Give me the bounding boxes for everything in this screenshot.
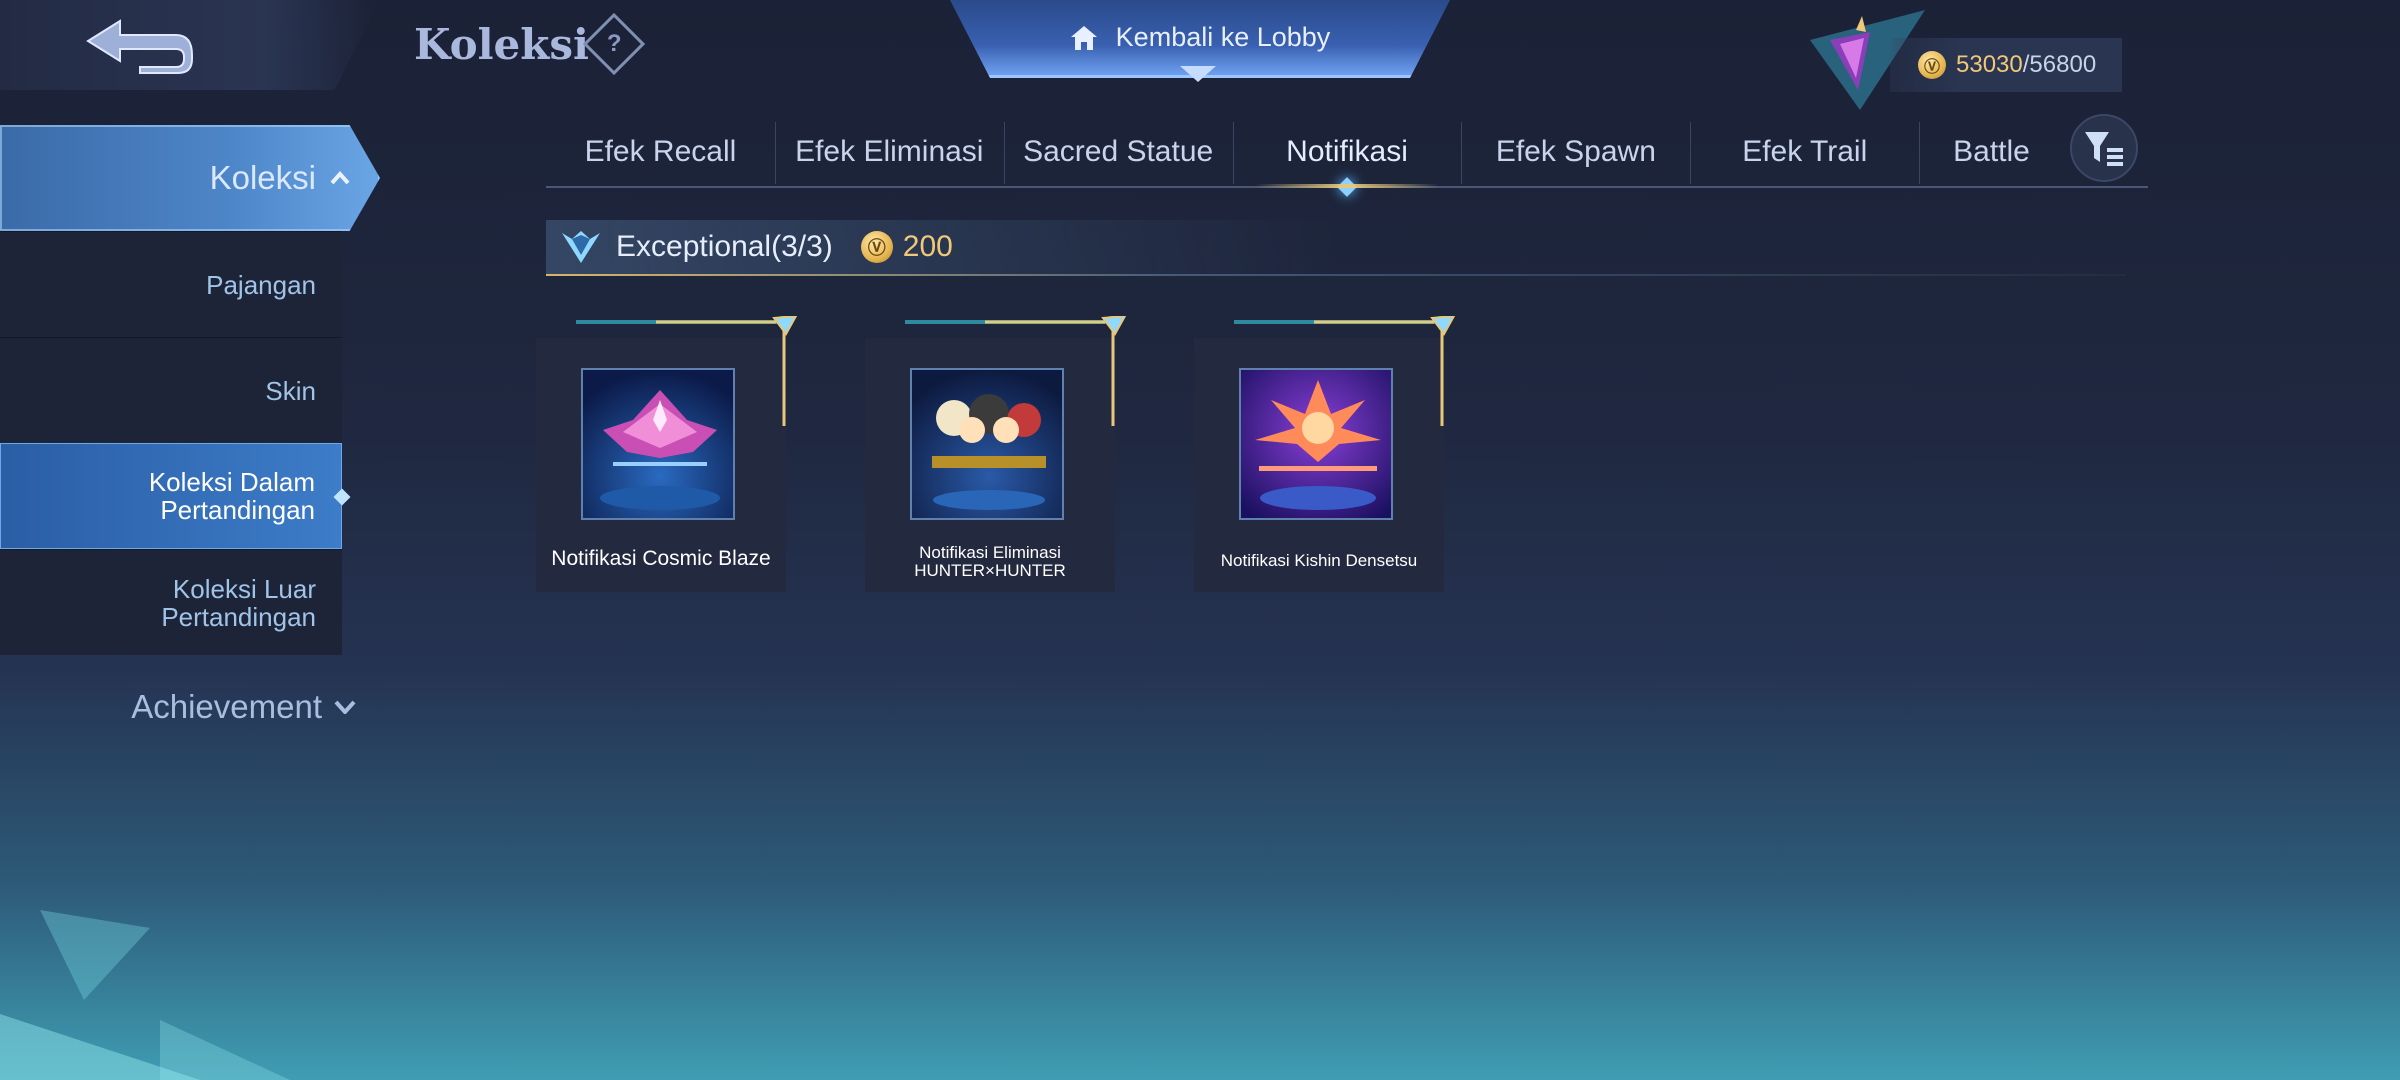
card-name: Notifikasi Cosmic Blaze <box>551 547 771 570</box>
filter-icon <box>2085 132 2123 166</box>
back-button[interactable] <box>0 0 380 90</box>
card-name-line1: Notifikasi Eliminasi <box>919 543 1061 562</box>
tab-label: Battle <box>1953 135 2030 168</box>
achievement-label: Achievement <box>131 688 322 725</box>
points-max: 56800 <box>2029 51 2097 78</box>
sidebar-section-achievement[interactable]: Achievement <box>0 655 390 759</box>
sidebar-item-label-line2: Pertandingan <box>161 601 316 632</box>
filter-button[interactable] <box>2070 114 2138 182</box>
sidebar-item-koleksi-luar-pertandingan[interactable]: Koleksi Luar Pertandingan <box>0 549 342 655</box>
card-name-line2: HUNTER×HUNTER <box>914 561 1066 580</box>
card-name: Notifikasi Kishin Densetsu <box>1220 551 1418 570</box>
help-glyph: ? <box>606 29 622 57</box>
chevron-down-icon <box>334 700 356 714</box>
tier-cost-value: 200 <box>902 230 953 263</box>
decorative-shards <box>0 900 360 1080</box>
sidebar-item-label: Pajangan <box>206 269 316 300</box>
active-tab-indicator <box>1337 177 1357 197</box>
tab-label: Sacred Statue <box>1023 135 1214 168</box>
tab-notifikasi[interactable]: Notifikasi <box>1232 118 1462 197</box>
card-thumbnail <box>910 368 1064 520</box>
card-name: Notifikasi Eliminasi HUNTER×HUNTER <box>865 544 1115 580</box>
home-icon <box>1070 25 1097 50</box>
lobby-label: Kembali ke Lobby <box>1115 22 1331 52</box>
sidebar-section-label: Koleksi <box>209 159 316 196</box>
tab-sacred-statue[interactable]: Sacred Statue <box>1003 118 1233 186</box>
kishin-densetsu-image <box>1241 370 1391 518</box>
tab-efek-recall[interactable]: Efek Recall <box>546 118 775 186</box>
points-current: 53030 <box>1956 51 2023 78</box>
exceptional-tier-icon <box>562 231 600 263</box>
hunter-x-hunter-image <box>912 370 1062 518</box>
sidebar-item-pajangan[interactable]: Pajangan <box>0 231 342 337</box>
item-card-hunter-x-hunter[interactable]: Notifikasi Eliminasi HUNTER×HUNTER <box>865 316 1127 592</box>
item-card-kishin-densetsu[interactable]: Notifikasi Kishin Densetsu <box>1194 316 1456 592</box>
category-tabs: Efek Recall Efek Eliminasi Sacred Statue… <box>546 118 2148 197</box>
tab-label: Notifikasi <box>1286 135 1408 168</box>
tier-label: Exceptional(3/3) <box>616 230 833 264</box>
sidebar-item-label: Skin <box>265 375 316 406</box>
help-icon[interactable]: ? <box>582 12 646 76</box>
tier-name: Exceptional <box>616 230 772 263</box>
tab-label: Efek Eliminasi <box>795 135 984 168</box>
card-thumbnail <box>581 368 735 520</box>
chevron-up-icon <box>330 171 350 185</box>
sidebar-item-label-line2: Pertandingan <box>160 495 315 525</box>
sidebar-item-koleksi-dalam-pertandingan[interactable]: Koleksi Dalam Pertandingan <box>0 443 342 549</box>
sidebar-section-koleksi[interactable]: Koleksi <box>0 125 380 231</box>
sidebar-item-skin[interactable]: Skin <box>0 337 342 443</box>
tab-label: Efek Spawn <box>1495 135 1656 168</box>
tier-count: (3/3) <box>771 230 833 263</box>
tab-label: Efek Trail <box>1742 135 1868 168</box>
top-bar: Koleksi ? Kembali ke Lobby Ⓥ 53030/56800 <box>0 0 2400 110</box>
tab-label: Efek Recall <box>584 135 737 168</box>
collection-coin-icon: Ⓥ <box>860 231 893 263</box>
tier-cost: Ⓥ 200 <box>860 230 953 264</box>
sidebar-item-label-line1: Koleksi Luar <box>172 573 316 604</box>
tab-efek-spawn[interactable]: Efek Spawn <box>1461 118 1690 186</box>
collection-coin-icon: Ⓥ <box>1918 51 1946 79</box>
collection-points: Ⓥ 53030/56800 <box>1890 38 2122 92</box>
card-thumbnail <box>1239 368 1393 520</box>
tab-efek-eliminasi[interactable]: Efek Eliminasi <box>774 118 1004 186</box>
page-title: Koleksi <box>414 20 589 69</box>
sidebar-item-label-line1: Koleksi Dalam <box>148 467 315 497</box>
tab-efek-trail[interactable]: Efek Trail <box>1690 118 1919 186</box>
back-arrow-icon <box>86 19 193 74</box>
sidebar: Koleksi Pajangan Skin Koleksi Dalam Pert… <box>0 125 390 759</box>
item-card-cosmic-blaze[interactable]: Notifikasi Cosmic Blaze <box>536 316 798 592</box>
tier-header: Exceptional(3/3) Ⓥ 200 <box>546 220 2126 276</box>
cosmic-blaze-crown-image <box>583 370 733 518</box>
